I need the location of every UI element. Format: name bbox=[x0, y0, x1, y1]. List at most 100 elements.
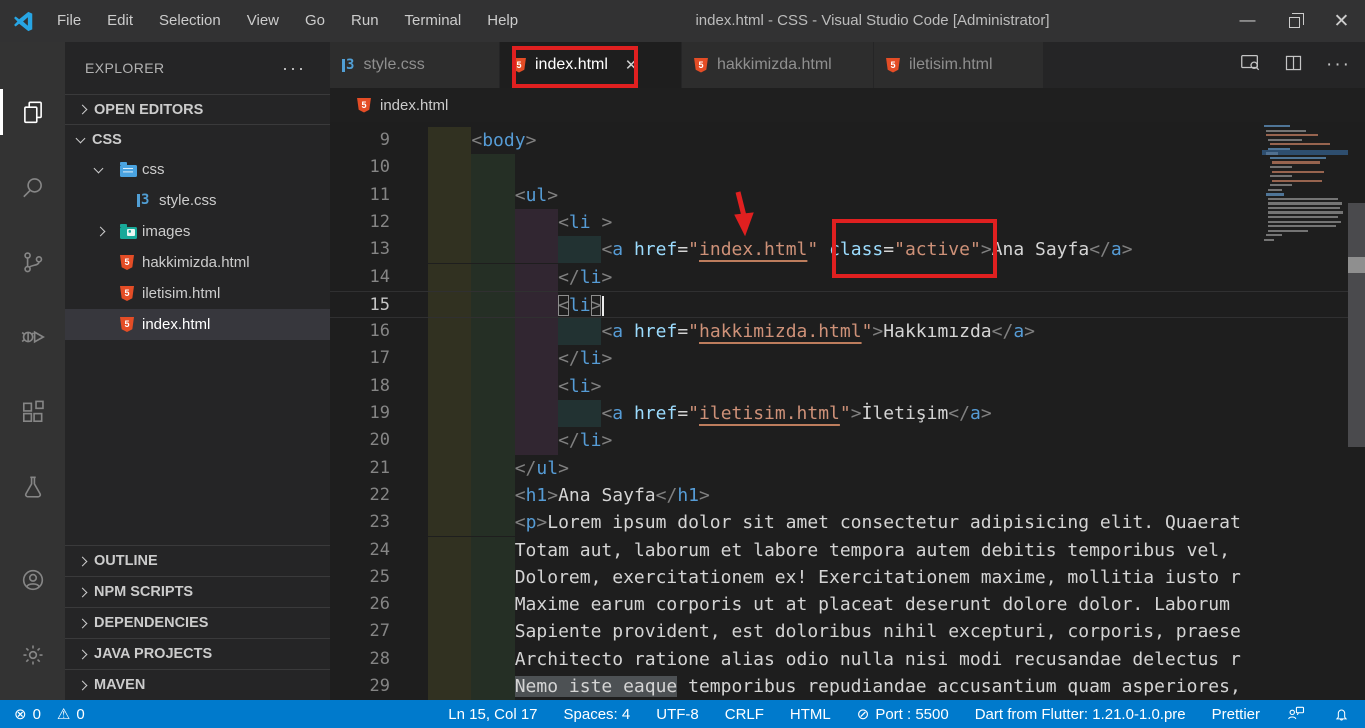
more-editor-actions-icon[interactable]: ··· bbox=[1326, 54, 1351, 76]
open-editors-section[interactable]: OPEN EDITORS bbox=[65, 94, 330, 124]
chevron-down-icon bbox=[76, 133, 86, 143]
tab-label: hakkimizda.html bbox=[717, 56, 832, 74]
section-maven[interactable]: MAVEN bbox=[65, 669, 330, 700]
file-icon-slot: 5 bbox=[120, 255, 142, 270]
status-language-mode[interactable]: HTML bbox=[790, 706, 831, 723]
status-dart-version[interactable]: Dart from Flutter: 1.21.0-1.0.pre bbox=[975, 706, 1186, 723]
indent-guide bbox=[428, 318, 471, 345]
activity-explorer-icon[interactable] bbox=[0, 84, 65, 140]
code-line: 24Totam aut, laborum et labore tempora a… bbox=[330, 537, 1365, 564]
minimap-line bbox=[1270, 175, 1292, 177]
token: < bbox=[558, 295, 569, 316]
split-editor-icon[interactable] bbox=[1283, 52, 1304, 79]
token: a bbox=[1111, 239, 1122, 260]
line-number: 27 bbox=[330, 618, 390, 645]
token: " bbox=[688, 239, 699, 260]
line-number: 23 bbox=[330, 509, 390, 536]
token: </ bbox=[558, 348, 580, 369]
status-indentation[interactable]: Spaces: 4 bbox=[564, 706, 631, 723]
open-preview-icon[interactable] bbox=[1239, 51, 1261, 79]
section-outline[interactable]: OUTLINE bbox=[65, 545, 330, 576]
status-cursor-position-label: Ln 15, Col 17 bbox=[448, 706, 537, 723]
line-number: 11 bbox=[330, 182, 390, 209]
token: a bbox=[612, 321, 623, 342]
menu-run[interactable]: Run bbox=[338, 0, 392, 42]
code-text: Maxime earum corporis ut at placeat dese… bbox=[515, 591, 1230, 618]
section-label: MAVEN bbox=[94, 677, 145, 693]
activity-testing-icon[interactable] bbox=[0, 459, 65, 515]
token: > bbox=[547, 185, 558, 206]
tree-item-iletisim.html[interactable]: 5iletisim.html bbox=[65, 278, 330, 309]
token: ul bbox=[526, 185, 548, 206]
tree-item-index.html[interactable]: 5index.html bbox=[65, 309, 330, 340]
file-link: hakkimizda.html bbox=[699, 321, 862, 342]
chevron-slot bbox=[95, 168, 120, 172]
activity-run-debug-icon[interactable] bbox=[0, 309, 65, 365]
indent-guide bbox=[428, 236, 471, 263]
section-label: JAVA PROJECTS bbox=[94, 646, 212, 662]
token: h1 bbox=[526, 485, 548, 506]
editor-scrollbar[interactable] bbox=[1348, 122, 1365, 700]
status-eol[interactable]: CRLF bbox=[725, 706, 764, 723]
tab-style.css[interactable]: 3style.css bbox=[330, 42, 500, 88]
problems-warnings[interactable]: ⚠ 0 bbox=[57, 705, 85, 723]
status-prettier[interactable]: Prettier bbox=[1212, 706, 1260, 723]
token: < bbox=[515, 485, 526, 506]
code-text: <a href="iletisim.html">İletişim</a> bbox=[601, 400, 991, 427]
menu-go[interactable]: Go bbox=[292, 0, 338, 42]
tree-item-images[interactable]: images bbox=[65, 216, 330, 247]
token: </ bbox=[1089, 239, 1111, 260]
code-line: 11<ul> bbox=[330, 182, 1365, 209]
status-feedback[interactable] bbox=[1286, 704, 1306, 724]
section-npm-scripts[interactable]: NPM SCRIPTS bbox=[65, 576, 330, 607]
tree-item-style.css[interactable]: 3style.css bbox=[65, 185, 330, 216]
workspace-section[interactable]: CSS bbox=[65, 124, 330, 154]
tab-iletisim.html[interactable]: 5iletisim.html bbox=[874, 42, 1044, 88]
tree-item-css[interactable]: css bbox=[65, 154, 330, 185]
token: < bbox=[558, 376, 569, 397]
menu-terminal[interactable]: Terminal bbox=[392, 0, 475, 42]
code-editor[interactable]: 29Nemo iste eaque temporibus repudiandae… bbox=[330, 122, 1365, 700]
scrollbar-handle[interactable] bbox=[1348, 257, 1365, 273]
restore-button[interactable] bbox=[1271, 0, 1318, 42]
html-icon: 5 bbox=[120, 255, 134, 270]
menu-file[interactable]: File bbox=[44, 0, 94, 42]
explorer-sidebar: EXPLORER ··· OPEN EDITORS CSS css3style.… bbox=[65, 42, 330, 700]
menu-selection[interactable]: Selection bbox=[146, 0, 234, 42]
section-dependencies[interactable]: DEPENDENCIES bbox=[65, 607, 330, 638]
activity-search-icon[interactable] bbox=[0, 159, 65, 215]
minimap-line bbox=[1268, 211, 1343, 213]
indent-guide bbox=[471, 427, 514, 454]
activity-accounts-icon[interactable] bbox=[0, 552, 65, 608]
breadcrumb[interactable]: 5 index.html bbox=[330, 88, 1365, 122]
more-actions-icon[interactable]: ··· bbox=[282, 58, 306, 79]
menu-edit[interactable]: Edit bbox=[94, 0, 146, 42]
line-number: 29 bbox=[330, 673, 390, 700]
explorer-header: EXPLORER ··· bbox=[65, 42, 330, 94]
menu-help[interactable]: Help bbox=[474, 0, 531, 42]
section-java-projects[interactable]: JAVA PROJECTS bbox=[65, 638, 330, 669]
indent-guide bbox=[471, 482, 514, 509]
problems-errors[interactable]: ⊗ 0 bbox=[14, 705, 41, 723]
token: Maxime earum corporis ut at placeat dese… bbox=[515, 594, 1230, 615]
minimap[interactable] bbox=[1262, 122, 1348, 700]
indent-guide bbox=[471, 209, 514, 236]
chevron-right-icon bbox=[78, 556, 88, 566]
status-encoding[interactable]: UTF-8 bbox=[656, 706, 699, 723]
breadcrumb-item[interactable]: index.html bbox=[380, 97, 448, 114]
code-line: 26Maxime earum corporis ut at placeat de… bbox=[330, 591, 1365, 618]
minimize-button[interactable]: — bbox=[1224, 0, 1271, 42]
close-button[interactable]: ✕ bbox=[1318, 0, 1365, 42]
menu-view[interactable]: View bbox=[234, 0, 292, 42]
token: < bbox=[558, 212, 569, 233]
status-notifications[interactable] bbox=[1332, 704, 1351, 724]
activity-source-control-icon[interactable] bbox=[0, 234, 65, 290]
indent-guide bbox=[558, 318, 601, 345]
scrollbar-thumb[interactable] bbox=[1348, 203, 1365, 447]
status-cursor-position[interactable]: Ln 15, Col 17 bbox=[448, 706, 537, 723]
activity-settings-icon[interactable] bbox=[0, 627, 65, 683]
status-live-server-port[interactable]: ⊘Port : 5500 bbox=[857, 705, 949, 723]
tab-hakkimizda.html[interactable]: 5hakkimizda.html bbox=[682, 42, 874, 88]
tree-item-hakkimizda.html[interactable]: 5hakkimizda.html bbox=[65, 247, 330, 278]
activity-extensions-icon[interactable] bbox=[0, 384, 65, 440]
